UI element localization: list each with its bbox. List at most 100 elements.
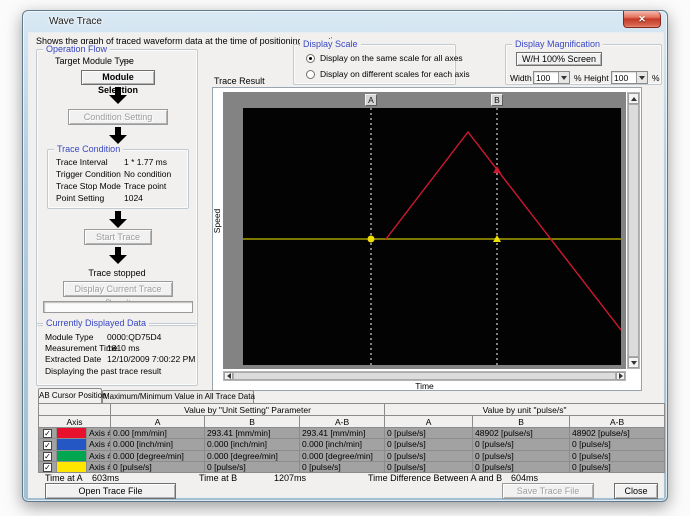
width-label: Width	[510, 73, 532, 83]
trace-stop-mode-label: Trace Stop Mode	[56, 181, 121, 191]
width-combo[interactable]: 100	[533, 71, 570, 84]
trace-result-label: Trace Result	[214, 76, 265, 86]
height-percent: %	[652, 73, 660, 83]
past-trace-note: Displaying the past trace result	[45, 366, 162, 376]
axis3-name: Axis #3	[85, 449, 112, 462]
time-difference-value: 604ms	[511, 473, 539, 483]
scroll-down-icon[interactable]	[628, 357, 639, 368]
operation-flow-title: Operation Flow	[43, 44, 111, 54]
table-row: ✓ Axis #4 0 [pulse/s] 0 [pulse/s] 0 [pul…	[38, 460, 666, 474]
trace-progress-bar	[43, 301, 193, 313]
axis1-color-swatch	[56, 426, 87, 440]
time-at-a-value: 603ms	[92, 473, 120, 483]
axis4-color-swatch	[56, 460, 87, 474]
table-row: ✓ Axis #2 0.000 [inch/min] 0.000 [inch/m…	[38, 438, 666, 451]
axis1-name: Axis #1	[85, 426, 112, 440]
trigger-condition-value: No condition	[124, 169, 172, 179]
cursor-value-table: Value by "Unit Setting" Parameter Value …	[37, 403, 666, 474]
trace-condition-title: Trace Condition	[54, 144, 124, 154]
pulse-unit-group-header: Value by unit "pulse/s"	[384, 403, 666, 416]
axis2-color-swatch	[56, 438, 87, 451]
arrow-down-icon	[109, 211, 127, 228]
close-button[interactable]: Close	[614, 483, 658, 499]
trace-interval-value: 1 * 1.77 ms	[124, 157, 167, 167]
display-current-trace-result-button: Display Current Trace Result	[63, 281, 173, 308]
axis4-name: Axis #4	[85, 460, 112, 474]
display-scale-title: Display Scale	[300, 39, 361, 49]
trace-status-text: Trace stopped	[88, 268, 146, 278]
horizontal-scrollbar-thumb[interactable]	[233, 372, 616, 380]
desktop-background: Wave Trace ✕ Shows the graph of traced w…	[0, 0, 690, 516]
time-axis-label: Time	[415, 381, 434, 391]
waveform-plot[interactable]	[243, 108, 621, 365]
arrow-down-icon	[109, 87, 127, 104]
trace-result-panel: Speed A B Time	[212, 87, 642, 391]
axis1-visible-checkbox[interactable]: ✓	[38, 426, 57, 440]
point-setting-label: Point Setting	[56, 193, 105, 203]
currently-displayed-data-title: Currently Displayed Data	[43, 318, 150, 328]
table-row: ✓ Axis #1 0.00 [mm/min] 293.41 [mm/min] …	[38, 426, 666, 440]
display-magnification-title: Display Magnification	[512, 39, 604, 49]
operation-flow-group: Operation Flow Target Module Type --- Mo…	[36, 44, 198, 326]
speed-axis-label: Speed	[212, 208, 222, 234]
open-trace-file-button[interactable]: Open Trace File	[45, 483, 176, 499]
vertical-scrollbar-thumb[interactable]	[628, 104, 639, 357]
cursor-a-handle[interactable]: A	[365, 94, 377, 106]
unit-setting-group-header: Value by "Unit Setting" Parameter	[110, 403, 386, 416]
chevron-down-icon[interactable]	[558, 72, 569, 83]
table-sub-header-row: Axis A B A-B A B A-B	[37, 415, 666, 428]
magnification-controls: Width 100 % Height 100 %	[506, 71, 661, 85]
radio-unselected-icon	[306, 69, 315, 79]
arrow-down-icon	[109, 127, 127, 144]
tab-ab-cursor-position[interactable]: AB Cursor Position	[38, 388, 107, 403]
display-magnification-group: Display Magnification W/H 100% Screen Wi…	[505, 39, 662, 85]
tab-max-min-value[interactable]: Maximum/Minimum Value in All Trace Data	[102, 390, 255, 403]
scroll-right-icon[interactable]	[616, 372, 625, 380]
scroll-left-icon[interactable]	[224, 372, 233, 380]
module-selection-button[interactable]: Module Selection	[81, 70, 155, 95]
trace-stop-mode-value: Trace point	[124, 181, 167, 191]
cursor-b-handle[interactable]: B	[491, 94, 503, 106]
condition-setting-button: Condition Setting	[68, 109, 168, 125]
module-type-row: Module Type 0000:QD75D4	[45, 332, 162, 342]
waveform-svg	[243, 108, 621, 365]
width-percent: %	[574, 73, 582, 83]
time-difference-label: Time Difference Between A and B	[368, 473, 503, 483]
vertical-scrollbar[interactable]	[627, 92, 640, 369]
arrow-down-icon	[109, 247, 127, 264]
point-setting-value: 1024	[124, 193, 143, 203]
table-row: ✓ Axis #3 0.000 [degree/min] 0.000 [degr…	[38, 449, 666, 462]
horizontal-scrollbar[interactable]	[223, 371, 626, 381]
axis-column-header: Axis	[37, 415, 112, 428]
dialog-content: Shows the graph of traced waveform data …	[28, 32, 666, 499]
axis4-visible-checkbox[interactable]: ✓	[38, 460, 57, 474]
checkbox-check-icon: ✓	[43, 429, 52, 439]
trace-interval-label: Trace Interval	[56, 157, 108, 167]
radio-same-scale[interactable]: Display on the same scale for all axes	[306, 53, 463, 63]
start-trace-button: Start Trace	[84, 229, 152, 245]
axis3-color-swatch	[56, 449, 87, 462]
wh-100-screen-button[interactable]: W/H 100% Screen	[516, 52, 602, 66]
save-trace-file-button: Save Trace File	[502, 483, 594, 499]
extracted-date-row: Extracted Date 12/10/2009 7:00:22 PM	[45, 354, 196, 364]
trace-condition-group: Trace Condition Trace Interval 1 * 1.77 …	[47, 144, 189, 209]
chevron-down-icon[interactable]	[636, 72, 647, 83]
axis2-name: Axis #2	[85, 438, 112, 451]
currently-displayed-data-group: Currently Displayed Data Module Type 0000…	[36, 318, 198, 386]
checkbox-check-icon: ✓	[43, 440, 52, 450]
titlebar[interactable]: Wave Trace ✕	[23, 11, 667, 32]
display-scale-group: Display Scale Display on the same scale …	[293, 39, 470, 85]
target-module-value: ---	[123, 56, 132, 66]
axis3-visible-checkbox[interactable]: ✓	[38, 449, 57, 462]
plot-frame: A B	[223, 92, 626, 369]
close-icon[interactable]: ✕	[623, 11, 661, 28]
radio-different-scale[interactable]: Display on different scales for each axi…	[306, 69, 470, 79]
measurement-time-row: Measurement Time 1810 ms	[45, 343, 140, 353]
height-combo[interactable]: 100	[611, 71, 648, 84]
time-at-a-label: Time at A	[45, 473, 83, 483]
scroll-up-icon[interactable]	[628, 93, 639, 104]
height-label: Height	[584, 73, 609, 83]
radio-selected-icon	[306, 53, 315, 63]
axis2-visible-checkbox[interactable]: ✓	[38, 438, 57, 451]
checkbox-check-icon: ✓	[43, 463, 52, 472]
